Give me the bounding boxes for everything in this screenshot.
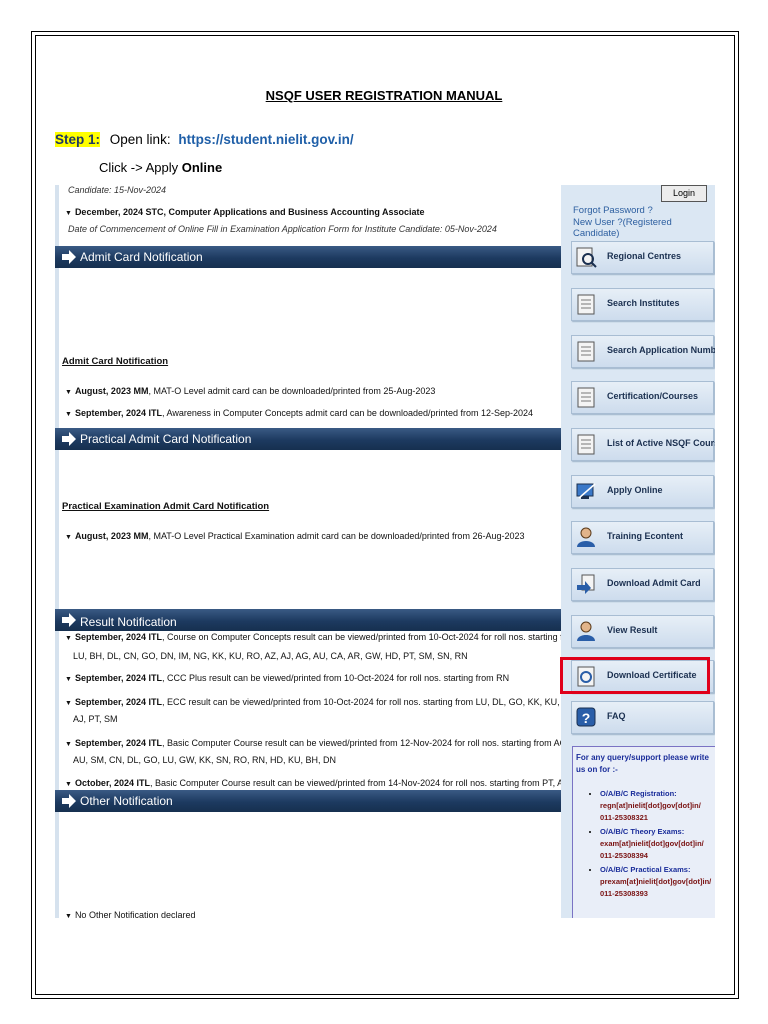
list-item[interactable]: ▼ August, 2023 MM, MAT-O Level Practical … (65, 531, 524, 541)
nav-search-institutes[interactable]: Search Institutes (571, 288, 714, 321)
practical-admit-card-notification-bar: Practical Admit Card Notification (55, 428, 561, 450)
apply-online-highlight (560, 657, 710, 694)
document-icon (577, 387, 595, 408)
triangle-bullet-icon: ▼ (65, 700, 72, 707)
user-icon (577, 527, 595, 547)
arrow-right-icon (62, 794, 76, 808)
website-screenshot: Candidate: 15-Nov-2024 ▼ December, 2024 S… (55, 185, 715, 918)
list-item[interactable]: ▼ September, 2024 ITL, Course on Computer… (65, 632, 578, 642)
document-icon (577, 434, 595, 455)
list-item[interactable]: ▼ September, 2024 ITL, CCC Plus result ca… (65, 673, 509, 683)
arrow-right-icon (62, 250, 76, 264)
step-1-line: Step 1: Open link: https://student.nieli… (55, 132, 354, 147)
download-admit-card-icon (577, 574, 595, 594)
list-item[interactable]: ▼ September, 2024 ITL, ECC result can be … (65, 697, 578, 707)
support-email[interactable]: regn[at]nielit[dot]gov[dot]in/ (600, 800, 712, 812)
list-item[interactable]: ▼ No Other Notification declared (65, 910, 196, 918)
nav-certification-courses[interactable]: Certification/Courses (571, 381, 714, 414)
arrow-right-icon (62, 432, 76, 446)
list-item[interactable]: ▼ September, 2024 ITL, Awareness in Compu… (65, 408, 533, 418)
open-link-text: Open link: (109, 132, 171, 147)
forgot-password-link[interactable]: Forgot Password ? (573, 205, 653, 216)
click-bold-text: Online (181, 160, 223, 175)
admit-card-section-heading: Admit Card Notification (62, 356, 169, 367)
right-sidebar: Login Forgot Password ? New User ?(Regis… (561, 185, 715, 918)
triangle-bullet-icon: ▼ (65, 913, 72, 918)
triangle-bullet-icon: ▼ (65, 635, 72, 642)
nav-download-admit-card[interactable]: Download Admit Card (571, 568, 714, 601)
student-portal-link[interactable]: https://student.nielit.gov.in/ (178, 132, 353, 147)
regional-centres-icon (576, 247, 597, 268)
click-text: Click -> Apply (99, 160, 179, 175)
triangle-bullet-icon: ▼ (65, 781, 72, 788)
list-item[interactable]: ▼ December, 2024 STC, Computer Applicatio… (65, 207, 425, 217)
support-contact-box: For any query/support please write us on… (572, 746, 715, 918)
notifications-panel: Candidate: 15-Nov-2024 ▼ December, 2024 S… (55, 185, 584, 918)
nav-training-econtent[interactable]: Training Econtent (571, 521, 714, 554)
support-email[interactable]: exam[at]nielit[dot]gov[dot]in/ (600, 838, 712, 850)
list-item[interactable]: ▼ October, 2024 ITL, Basic Computer Cours… (65, 778, 570, 788)
triangle-bullet-icon: ▼ (65, 676, 72, 683)
triangle-bullet-icon: ▼ (65, 534, 72, 541)
support-item: O/A/B/C Theory Exams: exam[at]nielit[dot… (600, 826, 712, 862)
step-label: Step 1: (55, 132, 101, 147)
nav-regional-centres[interactable]: Regional Centres (571, 241, 714, 274)
top-sub-line: Date of Commencement of Online Fill in E… (68, 224, 497, 234)
support-email[interactable]: prexam[at]nielit[dot]gov[dot]in/ (600, 876, 712, 888)
top-cutoff-line: Candidate: 15-Nov-2024 (68, 185, 167, 195)
admit-card-notification-bar: Admit Card Notification (55, 246, 561, 268)
arrow-right-icon (62, 613, 76, 627)
nav-apply-online[interactable]: Apply Online (571, 475, 714, 508)
svg-text:?: ? (582, 710, 591, 726)
user-icon (577, 621, 595, 641)
click-instruction: Click -> Apply Online (99, 160, 222, 175)
login-button[interactable]: Login (661, 185, 707, 202)
support-intro: For any query/support please write us on… (576, 753, 709, 774)
list-item-continuation: AU, SM, CN, DL, GO, LU, GW, KK, SN, RO, … (73, 755, 337, 765)
triangle-bullet-icon: ▼ (65, 210, 72, 217)
triangle-bullet-icon: ▼ (65, 741, 72, 748)
triangle-bullet-icon: ▼ (65, 389, 72, 396)
triangle-bullet-icon: ▼ (65, 411, 72, 418)
document-icon (577, 294, 595, 315)
nav-view-result[interactable]: View Result (571, 615, 714, 648)
apply-online-icon (576, 483, 596, 499)
nav-faq[interactable]: ? FAQ (571, 701, 714, 734)
faq-icon: ? (576, 707, 596, 727)
other-notification-bar: Other Notification (55, 790, 561, 812)
result-notification-bar: Result Notification (55, 609, 561, 631)
support-list: O/A/B/C Registration: regn[at]nielit[dot… (573, 788, 712, 902)
list-item[interactable]: ▼ September, 2024 ITL, Basic Computer Cou… (65, 738, 584, 748)
nav-search-application-number[interactable]: Search Application Number (571, 335, 715, 368)
list-item[interactable]: ▼ August, 2023 MM, MAT-O Level admit card… (65, 386, 435, 396)
support-item: O/A/B/C Practical Exams: prexam[at]nieli… (600, 864, 712, 900)
document-icon (577, 341, 595, 362)
new-user-link[interactable]: New User ?(Registered Candidate) (573, 217, 715, 239)
list-item-continuation: AJ, PT, SM (73, 714, 118, 724)
nav-list-active-nsqf-courses[interactable]: List of Active NSQF Courses (571, 428, 715, 461)
practical-admit-section-heading: Practical Examination Admit Card Notific… (62, 501, 270, 512)
list-item-continuation: LU, BH, DL, CN, GO, DN, IM, NG, KK, KU, … (73, 651, 468, 661)
document-title: NSQF USER REGISTRATION MANUAL (265, 88, 503, 103)
support-item: O/A/B/C Registration: regn[at]nielit[dot… (600, 788, 712, 824)
